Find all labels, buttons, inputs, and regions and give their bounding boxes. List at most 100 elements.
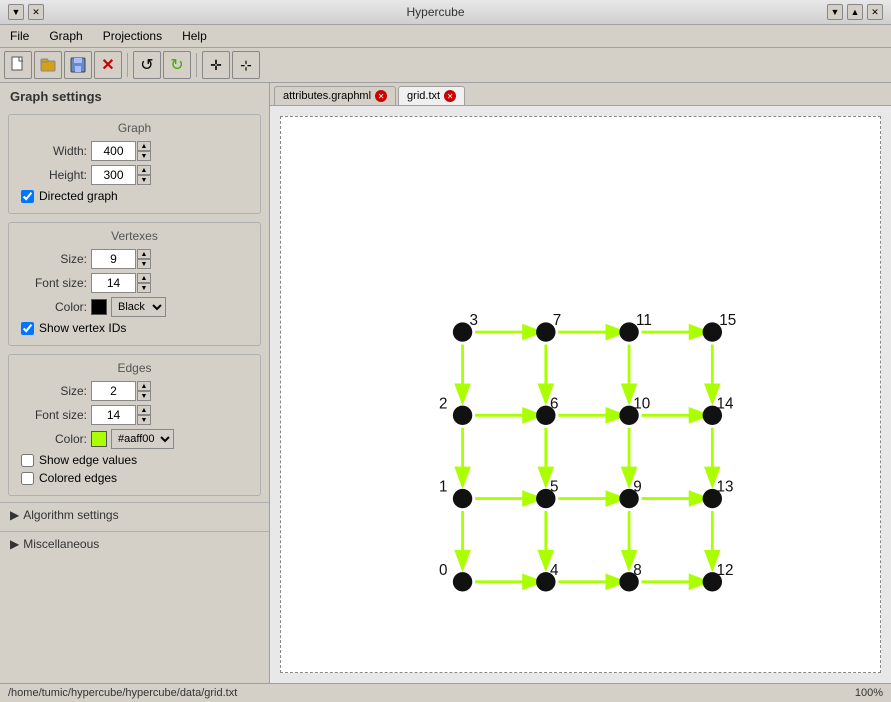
show-ids-row[interactable]: Show vertex IDs: [17, 321, 252, 335]
algorithm-label: Algorithm settings: [23, 508, 118, 522]
win-maximize[interactable]: ▲: [847, 4, 863, 20]
show-values-row[interactable]: Show edge values: [17, 453, 252, 467]
vertex-fontsize-input[interactable]: [91, 273, 136, 293]
refresh-button[interactable]: ↻: [163, 51, 191, 79]
misc-section[interactable]: ▶ Miscellaneous: [0, 531, 269, 556]
show-ids-checkbox[interactable]: [21, 322, 34, 335]
misc-label: Miscellaneous: [23, 537, 99, 551]
vertex-size-input[interactable]: [91, 249, 136, 269]
width-down[interactable]: ▼: [137, 151, 151, 161]
status-zoom: 100%: [855, 687, 883, 699]
move-button[interactable]: ✛: [202, 51, 230, 79]
algorithm-header[interactable]: ▶ Algorithm settings: [0, 503, 269, 527]
edge-fontsize-up[interactable]: ▲: [137, 405, 151, 415]
width-spin-btns[interactable]: ▲ ▼: [137, 141, 151, 161]
status-path: /home/tumic/hypercube/hypercube/data/gri…: [8, 687, 237, 699]
edge-fontsize-input[interactable]: [91, 405, 136, 425]
directed-label: Directed graph: [39, 189, 118, 203]
title-bar: ▼ ✕ Hypercube ▼ ▲ ✕: [0, 0, 891, 25]
vertex-fontsize-up[interactable]: ▲: [137, 273, 151, 283]
vertex-color-select[interactable]: Black White Red: [91, 297, 166, 317]
colored-edges-checkbox[interactable]: [21, 472, 34, 485]
height-up[interactable]: ▲: [137, 165, 151, 175]
menu-file[interactable]: File: [4, 27, 35, 45]
width-up[interactable]: ▲: [137, 141, 151, 151]
edges-section: Edges Size: ▲ ▼ Font size: ▲ ▼: [8, 354, 261, 496]
edge-size-down[interactable]: ▼: [137, 391, 151, 401]
save-button[interactable]: [64, 51, 92, 79]
menu-bar: File Graph Projections Help: [0, 25, 891, 48]
tab-attributes-close[interactable]: ✕: [375, 90, 387, 102]
edge-size-spinbox[interactable]: ▲ ▼: [91, 381, 151, 401]
misc-header[interactable]: ▶ Miscellaneous: [0, 532, 269, 556]
node-0: [453, 572, 472, 591]
height-down[interactable]: ▼: [137, 175, 151, 185]
win-controls-right[interactable]: ▼ ▲ ✕: [827, 4, 883, 20]
edge-color-dropdown[interactable]: #aaff00 Black Red: [111, 429, 174, 449]
menu-projections[interactable]: Projections: [97, 27, 168, 45]
vertex-fontsize-spin-btns[interactable]: ▲ ▼: [137, 273, 151, 293]
graph-section: Graph Width: ▲ ▼ Height: ▲ ▼: [8, 114, 261, 214]
vertex-color-dropdown[interactable]: Black White Red: [111, 297, 166, 317]
width-input[interactable]: [91, 141, 136, 161]
edge-size-input[interactable]: [91, 381, 136, 401]
algorithm-section[interactable]: ▶ Algorithm settings: [0, 502, 269, 527]
win-close[interactable]: ✕: [867, 4, 883, 20]
show-values-checkbox[interactable]: [21, 454, 34, 467]
edge-fontsize-down[interactable]: ▼: [137, 415, 151, 425]
edge-color-select[interactable]: #aaff00 Black Red: [91, 429, 174, 449]
directed-checkbox[interactable]: [21, 190, 34, 203]
close-red-button[interactable]: ✕: [94, 51, 122, 79]
edge-size-up[interactable]: ▲: [137, 381, 151, 391]
vertex-fontsize-down[interactable]: ▼: [137, 283, 151, 293]
edge-color-row: Color: #aaff00 Black Red: [17, 429, 252, 449]
height-spinbox[interactable]: ▲ ▼: [91, 165, 151, 185]
node-label-10: 10: [633, 395, 650, 412]
status-bar: /home/tumic/hypercube/hypercube/data/gri…: [0, 683, 891, 702]
height-input[interactable]: [91, 165, 136, 185]
menu-help[interactable]: Help: [176, 27, 213, 45]
win-ctrl-2[interactable]: ✕: [28, 4, 44, 20]
vertex-color-label: Color:: [17, 300, 87, 314]
select-button[interactable]: ⊹: [232, 51, 260, 79]
main-area: Graph settings Graph Width: ▲ ▼ Height:: [0, 83, 891, 683]
rotate-button[interactable]: ↺: [133, 51, 161, 79]
node-1: [453, 489, 472, 508]
graph-svg: 3 7 11 15 2 6 10 14 1 5: [281, 117, 880, 672]
tab-grid-close[interactable]: ✕: [444, 90, 456, 102]
graph-canvas[interactable]: 3 7 11 15 2 6 10 14 1 5: [280, 116, 881, 673]
edge-fontsize-spin-btns[interactable]: ▲ ▼: [137, 405, 151, 425]
vertex-size-spinbox[interactable]: ▲ ▼: [91, 249, 151, 269]
right-area: attributes.graphml ✕ grid.txt ✕: [270, 83, 891, 683]
tab-grid[interactable]: grid.txt ✕: [398, 86, 465, 105]
show-ids-label: Show vertex IDs: [39, 321, 126, 335]
win-minimize[interactable]: ▼: [827, 4, 843, 20]
vertex-size-up[interactable]: ▲: [137, 249, 151, 259]
vertex-size-spin-btns[interactable]: ▲ ▼: [137, 249, 151, 269]
tab-grid-label: grid.txt: [407, 90, 440, 102]
tab-bar: attributes.graphml ✕ grid.txt ✕: [270, 83, 891, 106]
new-button[interactable]: [4, 51, 32, 79]
open-button[interactable]: [34, 51, 62, 79]
vertex-fontsize-spinbox[interactable]: ▲ ▼: [91, 273, 151, 293]
vertexes-section-title: Vertexes: [17, 229, 252, 243]
edge-fontsize-spinbox[interactable]: ▲ ▼: [91, 405, 151, 425]
node-label-0: 0: [439, 562, 447, 579]
edges-section-title: Edges: [17, 361, 252, 375]
node-label-12: 12: [716, 562, 733, 579]
win-controls-left[interactable]: ▼ ✕: [8, 4, 44, 20]
edge-size-spin-btns[interactable]: ▲ ▼: [137, 381, 151, 401]
node-label-8: 8: [633, 562, 641, 579]
height-spin-btns[interactable]: ▲ ▼: [137, 165, 151, 185]
menu-graph[interactable]: Graph: [43, 27, 88, 45]
vertex-color-row: Color: Black White Red: [17, 297, 252, 317]
colored-edges-row[interactable]: Colored edges: [17, 471, 252, 485]
width-spinbox[interactable]: ▲ ▼: [91, 141, 151, 161]
vertex-size-down[interactable]: ▼: [137, 259, 151, 269]
win-ctrl-1[interactable]: ▼: [8, 4, 24, 20]
tab-attributes[interactable]: attributes.graphml ✕: [274, 86, 396, 105]
directed-row[interactable]: Directed graph: [17, 189, 252, 203]
node-label-13: 13: [716, 479, 733, 496]
edge-size-label: Size:: [17, 384, 87, 398]
algorithm-arrow: ▶: [10, 508, 19, 522]
